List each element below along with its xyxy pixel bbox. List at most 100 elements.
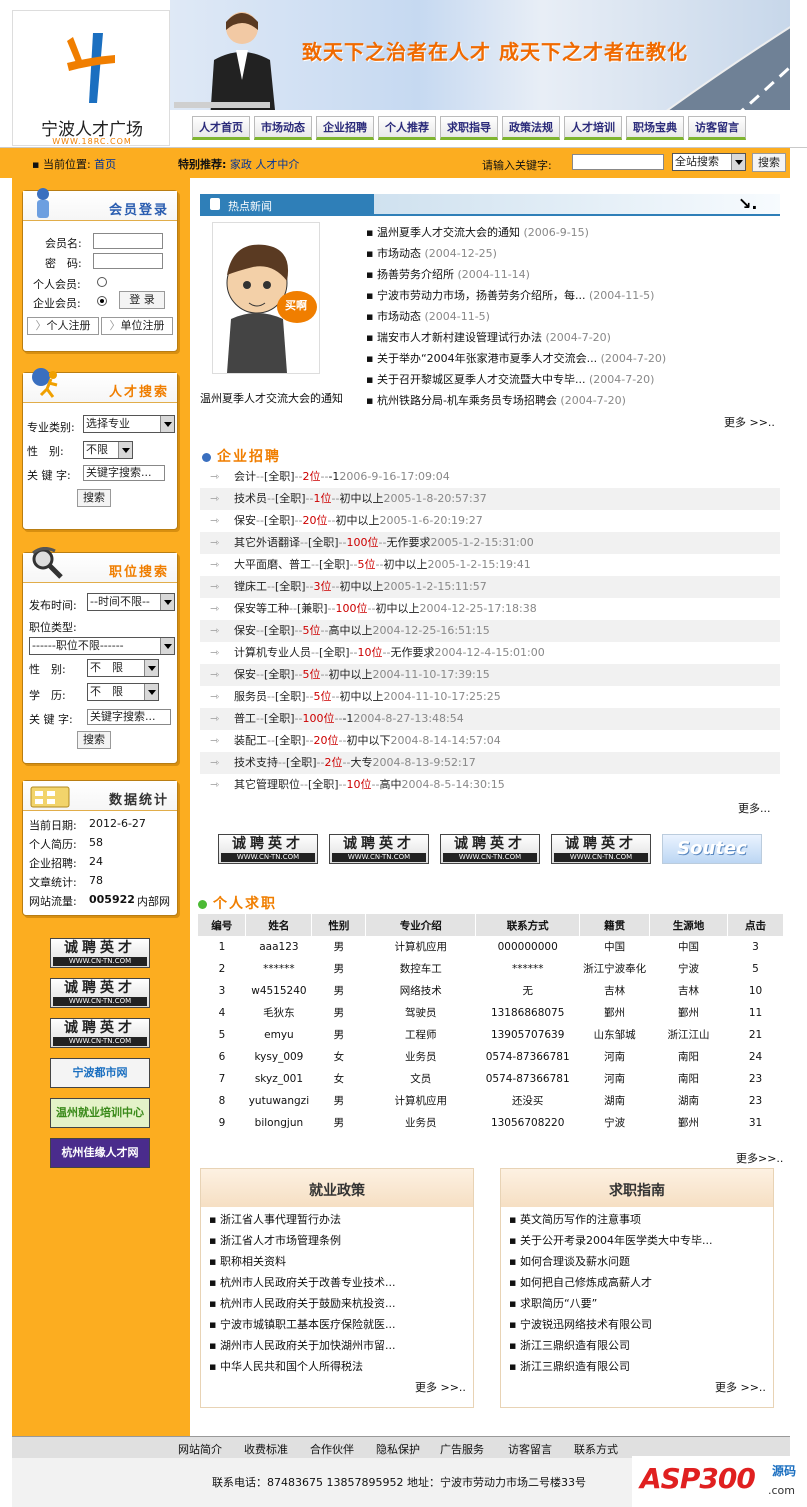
partner-logo[interactable]: 诚聘英才 WWW.CN-TN.COM [551, 834, 651, 864]
job-row[interactable]: ⇾ 技术支持--[全职]--2位--大专2004-8-13-9:52:17 [200, 752, 780, 774]
job-row[interactable]: ⇾ 会计--[全职]--2位---12006-9-16-17:09:04 [200, 466, 780, 488]
news-item[interactable]: ▪ 关于召开黎城区夏季人才交流暨大中专毕... (2004-7-20) [366, 371, 654, 387]
search-input[interactable] [572, 154, 664, 170]
company-register-button[interactable]: 〉单位注册 [101, 317, 173, 335]
job-row[interactable]: ⇾ 服务员--[全职]--5位--初中以上2004-11-10-17:25:25 [200, 686, 780, 708]
side-logo-hiring[interactable]: 诚聘英才 WWW.CN-TN.COM [50, 978, 150, 1008]
talent-search-button[interactable]: 搜索 [77, 489, 111, 507]
job-row[interactable]: ⇾ 其它外语翻译--[全职]--100位--无作要求2005-1-2-15:31:… [200, 532, 780, 554]
education-select[interactable]: 不 限 [87, 683, 159, 701]
side-logo-hiring[interactable]: 诚聘英才 WWW.CN-TN.COM [50, 938, 150, 968]
breadcrumb-home-link[interactable]: 首页 [94, 158, 116, 171]
nav-item[interactable]: 人才首页 [192, 116, 250, 140]
policy-item[interactable]: ▪ 杭州市人民政府关于鼓励来杭投资... [209, 1295, 395, 1311]
table-row[interactable]: 9 bilongjun 男 业务员 13056708220 宁波 鄞州 31 [198, 1112, 784, 1134]
job-gender-select[interactable]: 不 限 [87, 659, 159, 677]
footer-link[interactable]: 合作伙伴 [310, 1441, 354, 1457]
policy-item[interactable]: ▪ 浙江省人才市场管理条例 [209, 1232, 341, 1248]
guide-item[interactable]: ▪ 如何合理谈及薪水问题 [509, 1253, 630, 1269]
site-logo[interactable]: 宁波人才广场 WWW.18RC.COM [12, 10, 170, 146]
news-item[interactable]: ▪ 市场动态 (2004-11-5) [366, 308, 490, 324]
nav-item[interactable]: 访客留言 [688, 116, 746, 140]
job-keyword-input[interactable]: 关键字搜索... [87, 709, 171, 725]
policy-item[interactable]: ▪ 湖州市人民政府关于加快湖州市留... [209, 1337, 395, 1353]
job-row[interactable]: ⇾ 大平面磨、普工--[全职]--5位--初中以上2005-1-2-15:19:4… [200, 554, 780, 576]
gender-select[interactable]: 不限 [83, 441, 133, 459]
news-more-link[interactable]: 更多 >>.. [724, 414, 775, 430]
jobs-more-link[interactable]: 更多... [738, 800, 771, 816]
side-logo-hiring[interactable]: 诚聘英才 WWW.CN-TN.COM [50, 1018, 150, 1048]
nav-item[interactable]: 政策法规 [502, 116, 560, 140]
persons-more-link[interactable]: 更多>>.. [736, 1150, 783, 1166]
special-link-agency[interactable]: 人才中介 [255, 158, 299, 171]
job-row[interactable]: ⇾ 其它管理职位--[全职]--10位--高中2004-8-5-14:30:15 [200, 774, 780, 796]
table-row[interactable]: 4 毛狄东 男 驾驶员 13186868075 鄞州 鄞州 11 [198, 1002, 784, 1024]
guide-item[interactable]: ▪ 如何把自己修炼成高薪人才 [509, 1274, 652, 1290]
job-type-select[interactable]: ------职位不限------ [29, 637, 175, 655]
policy-item[interactable]: ▪ 职称相关资料 [209, 1253, 286, 1269]
news-item[interactable]: ▪ 温州夏季人才交流大会的通知 (2006-9-15) [366, 224, 589, 240]
table-row[interactable]: 3 w4515240 男 网络技术 无 吉林 吉林 10 [198, 980, 784, 1002]
guide-item[interactable]: ▪ 浙江三鼎织造有限公司 [509, 1358, 630, 1374]
news-item[interactable]: ▪ 关于举办“2004年张家港市夏季人才交流会... (2004-7-20) [366, 350, 666, 366]
personal-register-button[interactable]: 〉个人注册 [27, 317, 99, 335]
nav-item[interactable]: 求职指导 [440, 116, 498, 140]
nav-item[interactable]: 职场宝典 [626, 116, 684, 140]
time-select[interactable]: --时间不限-- [87, 593, 175, 611]
guide-more-link[interactable]: 更多 >>.. [715, 1379, 766, 1395]
talent-keyword-input[interactable]: 关键字搜索... [83, 465, 165, 481]
guide-item[interactable]: ▪ 浙江三鼎织造有限公司 [509, 1337, 630, 1353]
side-logo-1[interactable]: 宁波都市网 [50, 1058, 150, 1088]
table-row[interactable]: 7 skyz_001 女 文员 0574-87366781 河南 南阳 23 [198, 1068, 784, 1090]
footer-link[interactable]: 广告服务 [440, 1441, 484, 1457]
policy-item[interactable]: ▪ 宁波市城镇职工基本医疗保险就医... [209, 1316, 395, 1332]
job-row[interactable]: ⇾ 保安--[全职]--20位--初中以上2005-1-6-20:19:27 [200, 510, 780, 532]
table-row[interactable]: 8 yutuwangzi 男 计算机应用 还没买 湖南 湖南 23 [198, 1090, 784, 1112]
job-row[interactable]: ⇾ 保安等工种--[兼职]--100位--初中以上2004-12-25-17:18… [200, 598, 780, 620]
guide-item[interactable]: ▪ 英文简历写作的注意事项 [509, 1211, 641, 1227]
job-row[interactable]: ⇾ 镗床工--[全职]--3位--初中以上2005-1-2-15:11:57 [200, 576, 780, 598]
job-row[interactable]: ⇾ 保安--[全职]--5位--高中以上2004-12-25-16:51:15 [200, 620, 780, 642]
policy-more-link[interactable]: 更多 >>.. [415, 1379, 466, 1395]
guide-item[interactable]: ▪ 求职简历“八要” [509, 1295, 597, 1311]
side-logo-3[interactable]: 杭州佳缘人才网 [50, 1138, 150, 1168]
search-button[interactable]: 搜索 [752, 153, 786, 172]
asp300-logo[interactable]: ASP300 源码 .com [632, 1456, 807, 1507]
table-row[interactable]: 1 aaa123 男 计算机应用 000000000 中国 中国 3 [198, 936, 784, 958]
news-item[interactable]: ▪ 杭州铁路分局-机车乘务员专场招聘会 (2004-7-20) [366, 392, 626, 408]
job-row[interactable]: ⇾ 普工--[全职]--100位---12004-8-27-13:48:54 [200, 708, 780, 730]
nav-item[interactable]: 人才培训 [564, 116, 622, 140]
policy-item[interactable]: ▪ 中华人民共和国个人所得税法 [209, 1358, 363, 1374]
partner-logo[interactable]: 诚聘英才 WWW.CN-TN.COM [440, 834, 540, 864]
policy-item[interactable]: ▪ 杭州市人民政府关于改善专业技术... [209, 1274, 395, 1290]
login-button[interactable]: 登 录 [119, 291, 165, 309]
table-row[interactable]: 2 ****** 男 数控车工 ****** 浙江宁波奉化 宁波 5 [198, 958, 784, 980]
news-item[interactable]: ▪ 宁波市劳动力市场，扬善劳务介绍所，每... (2004-11-5) [366, 287, 654, 303]
major-select[interactable]: 选择专业 [83, 415, 175, 433]
company-member-radio[interactable] [97, 296, 107, 306]
search-scope-select[interactable]: 全站搜索 [672, 153, 746, 171]
news-item[interactable]: ▪ 市场动态 (2004-12-25) [366, 245, 497, 261]
news-image-caption[interactable]: 温州夏季人才交流大会的通知 [200, 390, 343, 406]
personal-member-radio[interactable] [97, 277, 107, 287]
policy-item[interactable]: ▪ 浙江省人事代理暂行办法 [209, 1211, 341, 1227]
guide-item[interactable]: ▪ 宁波锐迅网络技术有限公司 [509, 1316, 652, 1332]
guide-item[interactable]: ▪ 关于公开考录2004年医学类大中专毕... [509, 1232, 712, 1248]
job-row[interactable]: ⇾ 保安--[全职]--5位--初中以上2004-11-10-17:39:15 [200, 664, 780, 686]
side-logo-2[interactable]: 温州就业培训中心 [50, 1098, 150, 1128]
news-item[interactable]: ▪ 瑞安市人才新村建设管理试行办法 (2004-7-20) [366, 329, 611, 345]
footer-link[interactable]: 收费标准 [244, 1441, 288, 1457]
partner-logo[interactable]: 诚聘英才 WWW.CN-TN.COM [329, 834, 429, 864]
job-row[interactable]: ⇾ 计算机专业人员--[全职]--10位--无作要求2004-12-4-15:01… [200, 642, 780, 664]
job-search-button[interactable]: 搜索 [77, 731, 111, 749]
news-image[interactable]: 买啊 [212, 222, 320, 374]
job-row[interactable]: ⇾ 装配工--[全职]--20位--初中以下2004-8-14-14:57:04 [200, 730, 780, 752]
special-link-jiazheng[interactable]: 家政 [230, 158, 252, 171]
soutec-logo[interactable]: Soutec [662, 834, 762, 864]
footer-link[interactable]: 联系方式 [574, 1441, 618, 1457]
nav-item[interactable]: 市场动态 [254, 116, 312, 140]
footer-link[interactable]: 网站简介 [178, 1441, 222, 1457]
footer-link[interactable]: 隐私保护 [376, 1441, 420, 1457]
table-row[interactable]: 5 emyu 男 工程师 13905707639 山东邹城 浙江江山 21 [198, 1024, 784, 1046]
news-item[interactable]: ▪ 扬善劳务介绍所 (2004-11-14) [366, 266, 530, 282]
